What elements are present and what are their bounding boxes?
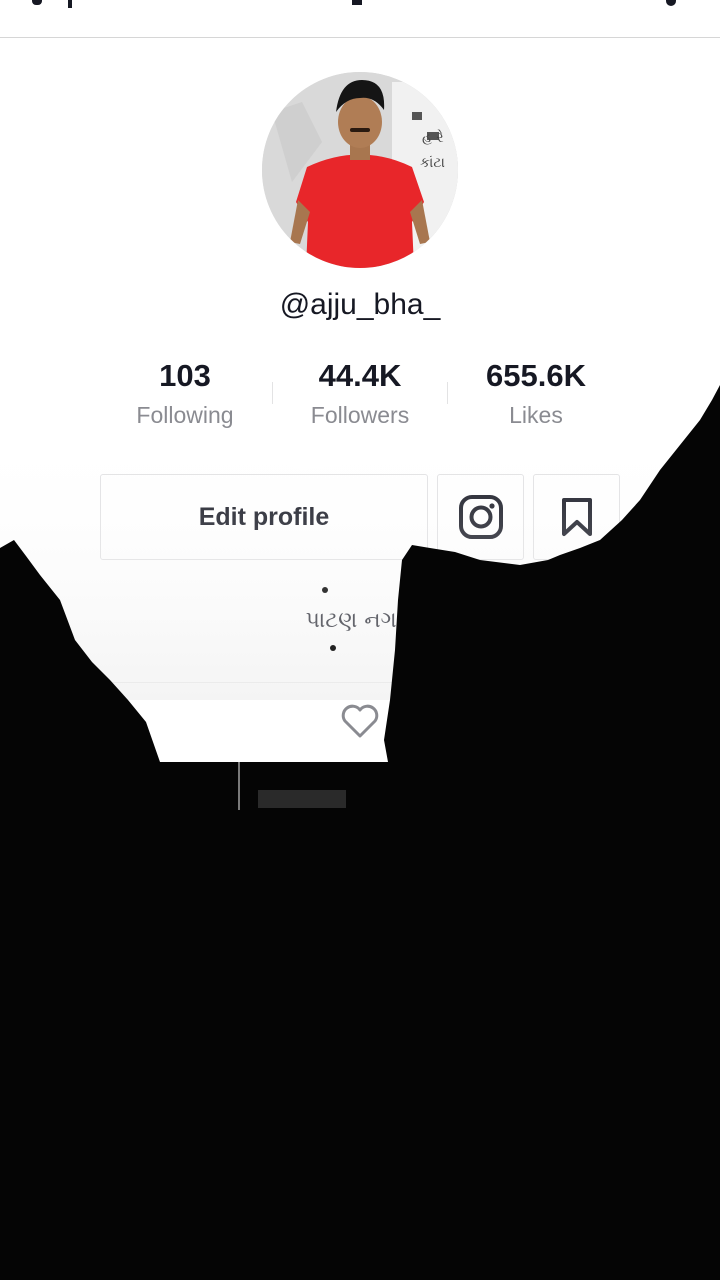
favorites-button[interactable] — [533, 474, 620, 560]
stat-followers[interactable]: 44.4K Followers — [270, 358, 450, 429]
svg-text:કાંટા: કાંટા — [420, 155, 445, 171]
likes-label: Likes — [509, 402, 563, 428]
content-tab-row — [0, 682, 720, 763]
heart-outline-icon — [341, 704, 379, 738]
followers-label: Followers — [310, 402, 410, 428]
title-stub — [68, 0, 72, 8]
menu-icon[interactable] — [666, 0, 676, 6]
following-count: 103 — [159, 358, 211, 393]
likes-count: 655.6K — [486, 358, 586, 393]
top-navigation-bar — [0, 0, 720, 38]
stat-following[interactable]: 103 Following — [95, 358, 275, 429]
avatar[interactable]: હ રે કાંટા — [262, 72, 458, 268]
avatar-photo: હ રે કાંટા — [262, 72, 458, 268]
bio-text: પાટણ નગરી — [305, 608, 415, 633]
title-stub-2 — [352, 0, 362, 5]
bookmark-icon — [561, 498, 592, 536]
stat-likes[interactable]: 655.6K Likes — [446, 358, 626, 429]
following-label: Following — [136, 402, 234, 428]
grid-separator — [238, 762, 240, 810]
edit-profile-button[interactable]: Edit profile — [100, 474, 428, 560]
video-grid — [0, 762, 720, 1280]
instagram-icon — [458, 495, 503, 539]
svg-text:હ રે: હ રે — [422, 129, 444, 146]
followers-count: 44.4K — [318, 358, 402, 393]
tab-liked[interactable] — [340, 703, 380, 744]
back-icon[interactable] — [32, 0, 42, 5]
instagram-button[interactable] — [437, 474, 524, 560]
username: @ajju_bha_ — [279, 288, 441, 321]
